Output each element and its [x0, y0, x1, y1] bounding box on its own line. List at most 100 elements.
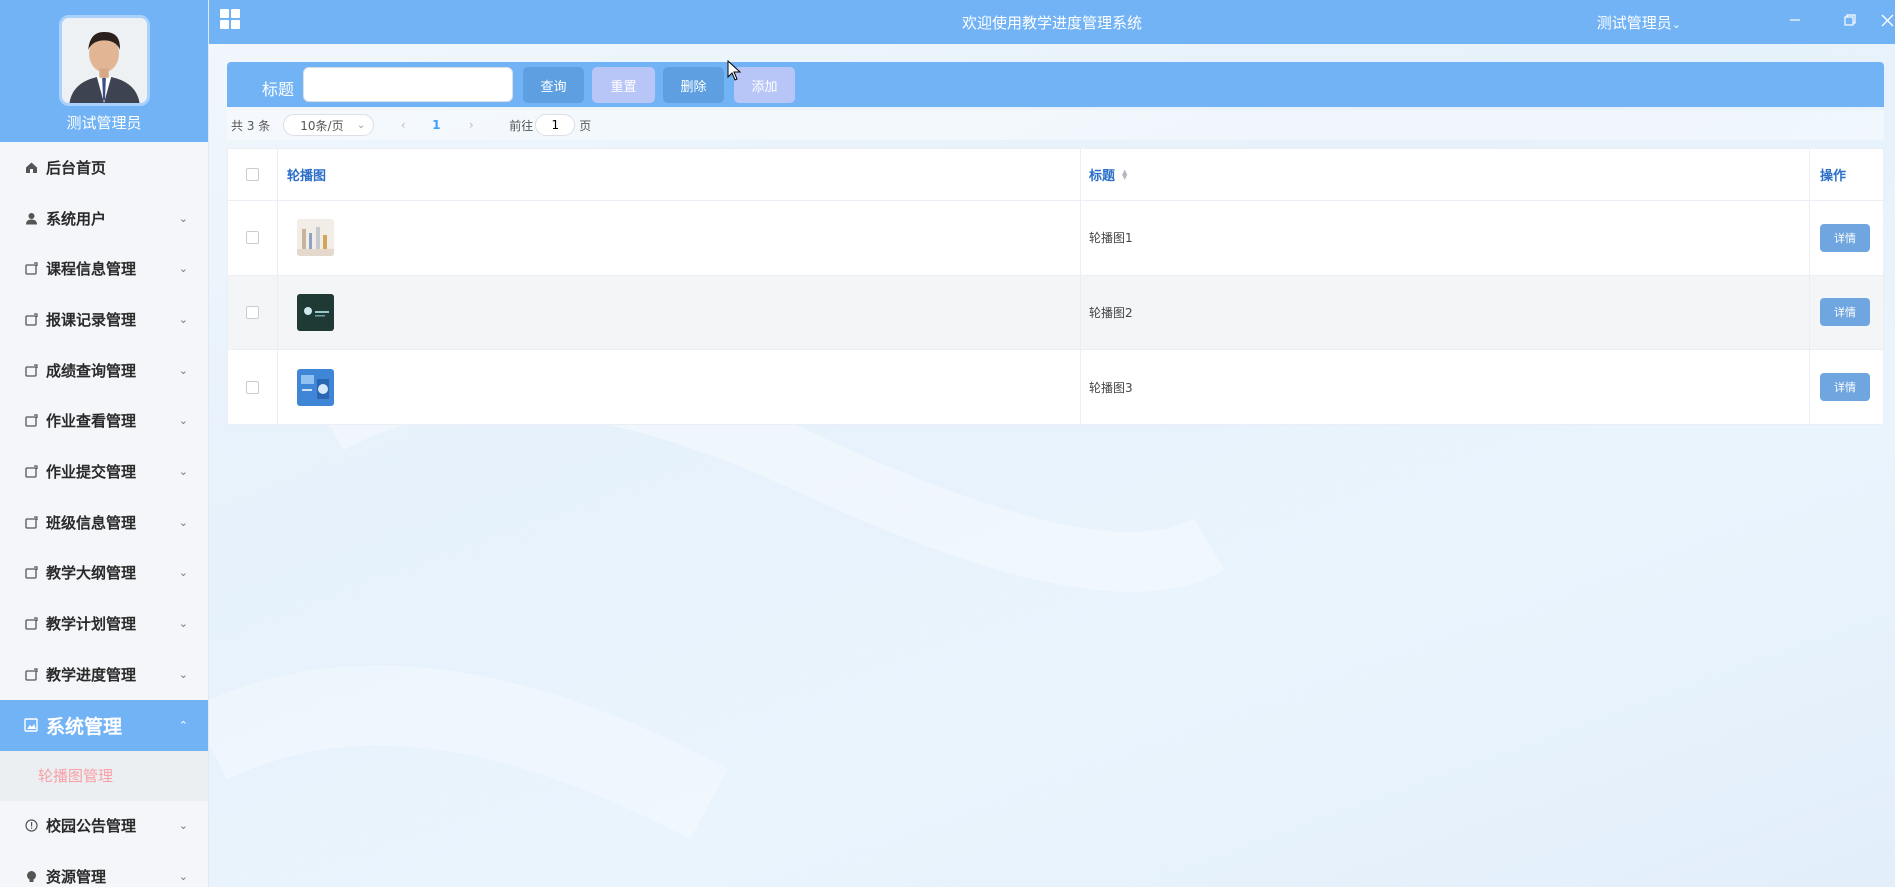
- table-row: 轮播图1 详情: [228, 201, 1883, 276]
- page-size-value: 10条/页: [300, 118, 344, 133]
- goto-label: 前往: [509, 118, 534, 133]
- next-page-icon[interactable]: ›: [465, 118, 477, 132]
- chevron-down-icon: ⌄: [178, 211, 188, 225]
- user-menu-label: 测试管理员: [1596, 13, 1672, 32]
- sidebar-item-dashboard[interactable]: 后台首页: [0, 142, 208, 193]
- sidebar-item-system-users[interactable]: 系统用户 ⌄: [0, 193, 208, 244]
- sidebar-item-label: 作业提交管理: [46, 462, 137, 481]
- user-menu[interactable]: 测试管理员⌄: [1597, 12, 1681, 33]
- sidebar-item-resources[interactable]: 资源管理 ⌄: [0, 851, 208, 887]
- sidebar-item-label: 成绩查询管理: [46, 361, 137, 380]
- restore-icon[interactable]: [1836, 8, 1864, 32]
- sidebar-item-grade-query[interactable]: 成绩查询管理 ⌄: [0, 345, 208, 396]
- folder-icon: [24, 566, 38, 580]
- row-title: 轮播图3: [1089, 380, 1133, 395]
- sort-icon[interactable]: ▲ ▼: [1122, 168, 1127, 180]
- chevron-down-icon: ⌄: [178, 515, 188, 529]
- folder-icon: [24, 312, 38, 326]
- sidebar-item-label: 后台首页: [46, 158, 107, 177]
- folder-icon: [24, 515, 38, 529]
- header-image-cell: 轮播图: [278, 149, 1081, 200]
- page-number[interactable]: 1: [431, 118, 441, 132]
- chevron-down-icon: ⌄: [178, 312, 188, 326]
- carousel-thumbnail[interactable]: [297, 368, 334, 406]
- sidebar-item-homework-view[interactable]: 作业查看管理 ⌄: [0, 395, 208, 446]
- row-check-cell: [228, 201, 278, 275]
- header-check-cell: [228, 149, 278, 200]
- sidebar-item-label: 教学大纲管理: [46, 564, 137, 583]
- carousel-table: 轮播图 标题 ▲ ▼ 操作 轮播图1 详情 轮播图2 详情 轮播图3 详情: [227, 148, 1884, 425]
- add-button[interactable]: 添加: [734, 67, 795, 103]
- header-title-cell[interactable]: 标题 ▲ ▼: [1081, 149, 1810, 200]
- sidebar-item-syllabus[interactable]: 教学大纲管理 ⌄: [0, 548, 208, 599]
- sidebar-item-class-info[interactable]: 班级信息管理 ⌄: [0, 497, 208, 548]
- detail-button[interactable]: 详情: [1820, 373, 1870, 402]
- row-image-cell: [278, 350, 1081, 425]
- mouse-cursor-icon: [727, 60, 742, 81]
- sidebar-item-system-management[interactable]: 系统管理 ⌃: [0, 699, 208, 751]
- info-icon: [24, 819, 38, 833]
- query-button[interactable]: 查询: [523, 67, 584, 103]
- row-check-cell: [228, 275, 278, 349]
- sidebar-item-teaching-progress[interactable]: 教学进度管理 ⌄: [0, 649, 208, 700]
- search-input[interactable]: [303, 67, 513, 102]
- sidebar: 测试管理员 后台首页 系统用户 ⌄ 课程信息管理 ⌄ 报课记录管理 ⌄ 成绩查询…: [0, 0, 209, 887]
- avatar[interactable]: [58, 15, 150, 106]
- table-row: 轮播图2 详情: [228, 275, 1883, 350]
- avatar-image: [61, 18, 147, 103]
- sidebar-subitem-carousel-management[interactable]: 轮播图管理: [0, 750, 208, 801]
- chevron-down-icon: ⌄: [178, 566, 188, 580]
- sidebar-item-course-info[interactable]: 课程信息管理 ⌄: [0, 243, 208, 294]
- row-operation-cell: 详情: [1810, 350, 1883, 425]
- chevron-down-icon: ⌄: [178, 363, 188, 377]
- row-title: 轮播图2: [1089, 305, 1133, 320]
- chevron-down-icon: ⌄: [178, 667, 188, 681]
- row-image-cell: [278, 275, 1081, 349]
- sidebar-item-teaching-plan[interactable]: 教学计划管理 ⌄: [0, 598, 208, 649]
- carousel-thumbnail[interactable]: [297, 293, 334, 331]
- minimize-icon[interactable]: [1781, 8, 1809, 32]
- chevron-down-icon: ⌄: [356, 119, 366, 131]
- sidebar-item-label: 报课记录管理: [46, 310, 137, 329]
- user-icon: [24, 211, 38, 225]
- profile-name: 测试管理员: [66, 114, 142, 132]
- row-check-cell: [228, 350, 278, 425]
- reset-button[interactable]: 重置: [592, 67, 655, 103]
- table-row: 轮播图3 详情: [228, 350, 1883, 425]
- folder-icon: [24, 262, 38, 276]
- header-operation-cell: 操作: [1810, 149, 1883, 200]
- pagination: 共 3 条 10条/页 ⌄ ‹ 1 › 前往 页: [227, 110, 1884, 140]
- sidebar-subitem-label: 轮播图管理: [38, 767, 114, 786]
- chevron-down-icon: ⌄: [178, 617, 188, 631]
- page-size-select[interactable]: 10条/页 ⌄: [283, 114, 375, 136]
- select-all-checkbox[interactable]: [246, 168, 259, 181]
- row-title-cell: 轮播图1: [1081, 201, 1810, 275]
- row-operation-cell: 详情: [1810, 276, 1883, 350]
- detail-button[interactable]: 详情: [1820, 223, 1870, 252]
- sidebar-item-label: 班级信息管理: [46, 513, 137, 532]
- sidebar-item-campus-notices[interactable]: 校园公告管理 ⌄: [0, 801, 208, 852]
- sidebar-item-enrollment-records[interactable]: 报课记录管理 ⌄: [0, 294, 208, 345]
- chevron-down-icon: ⌄: [178, 819, 188, 833]
- sidebar-item-label: 作业查看管理: [46, 412, 137, 431]
- home-icon: [24, 160, 38, 174]
- carousel-thumbnail[interactable]: [297, 219, 334, 257]
- close-icon[interactable]: [1873, 8, 1895, 32]
- total-count: 共 3 条: [231, 118, 271, 133]
- row-checkbox[interactable]: [246, 305, 259, 319]
- goto-page-input[interactable]: [535, 114, 576, 136]
- row-checkbox[interactable]: [246, 380, 259, 394]
- chevron-down-icon: ⌄: [178, 464, 188, 478]
- prev-page-icon[interactable]: ‹: [397, 118, 409, 132]
- detail-button[interactable]: 详情: [1820, 298, 1870, 327]
- sidebar-item-label: 系统管理: [46, 715, 123, 738]
- picture-icon: [24, 718, 38, 732]
- sidebar-item-homework-submit[interactable]: 作业提交管理 ⌄: [0, 446, 208, 497]
- folder-icon: [24, 414, 38, 428]
- sidebar-menu: 后台首页 系统用户 ⌄ 课程信息管理 ⌄ 报课记录管理 ⌄ 成绩查询管理 ⌄ 作…: [0, 142, 208, 887]
- row-checkbox[interactable]: [246, 231, 259, 245]
- folder-icon: [24, 667, 38, 681]
- page-suffix: 页: [579, 118, 592, 133]
- row-image-cell: [278, 201, 1081, 275]
- delete-button[interactable]: 删除: [663, 67, 724, 103]
